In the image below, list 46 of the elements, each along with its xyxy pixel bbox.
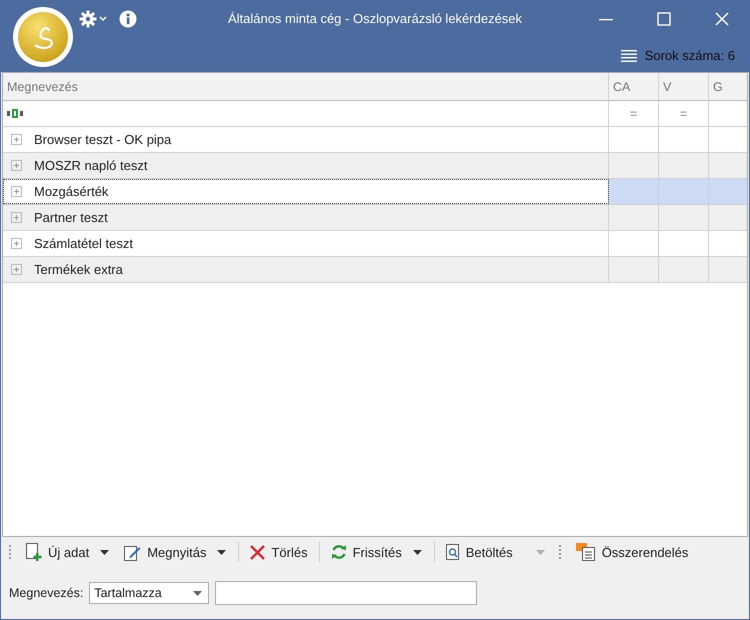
column-header[interactable]: V: [659, 73, 709, 100]
maximize-icon[interactable]: [657, 12, 671, 26]
table-cell: Számlatétel teszt: [34, 236, 133, 251]
text-filter-icon[interactable]: [7, 109, 23, 118]
filter-mode-dropdown[interactable]: Tartalmazza: [89, 582, 210, 604]
column-header[interactable]: G: [709, 73, 747, 100]
column-header[interactable]: CA: [609, 73, 659, 100]
table-cell: Mozgásérték: [34, 184, 108, 199]
table-row[interactable]: Browser teszt - OK pipa: [3, 127, 747, 153]
refresh-button[interactable]: Frissítés: [326, 541, 407, 563]
assign-icon: [576, 543, 596, 561]
expand-icon[interactable]: [11, 186, 22, 197]
edit-button[interactable]: Megnyitás: [119, 540, 212, 564]
settings-icon[interactable]: [79, 10, 107, 28]
window-title: Általános minta cég - Oszlopvarázsló lekérdezések: [226, 11, 524, 26]
document-search-icon: [446, 544, 460, 560]
filter-input[interactable]: [215, 581, 478, 605]
load-button[interactable]: Betöltés: [440, 540, 518, 564]
caret-icon[interactable]: [217, 550, 226, 554]
table-row[interactable]: Termékek extra: [3, 257, 747, 283]
delete-icon: [250, 544, 266, 560]
table-row[interactable]: MOSZR napló teszt: [3, 153, 747, 179]
table-row[interactable]: Partner teszt: [3, 205, 747, 231]
close-icon[interactable]: [715, 12, 729, 26]
info-icon[interactable]: [119, 10, 137, 28]
filter-label: Megnevezés:: [9, 586, 84, 600]
refresh-icon: [330, 544, 347, 560]
table-row[interactable]: Számlatétel teszt: [3, 231, 747, 257]
assign-button[interactable]: Összerendelés: [570, 540, 694, 564]
new-button[interactable]: Új adat: [21, 540, 94, 564]
caret-icon[interactable]: [100, 550, 110, 554]
table-cell: MOSZR napló teszt: [34, 158, 148, 173]
table-cell: Browser teszt - OK pipa: [34, 132, 172, 147]
new-document-icon: [26, 543, 42, 561]
table-cell: Termékek extra: [34, 262, 123, 277]
delete-button[interactable]: Törlés: [245, 542, 313, 562]
caret-icon: [193, 590, 202, 596]
caret-icon[interactable]: [412, 550, 422, 554]
table-row[interactable]: Mozgásérték: [3, 179, 747, 205]
table-cell: Partner teszt: [34, 210, 108, 225]
expand-icon[interactable]: [11, 238, 22, 249]
column-header[interactable]: Megnevezés: [3, 73, 609, 100]
row-count: Sorok száma: 6: [644, 48, 735, 63]
expand-icon[interactable]: [11, 134, 22, 145]
edit-icon: [124, 544, 142, 560]
list-icon: [620, 50, 637, 62]
